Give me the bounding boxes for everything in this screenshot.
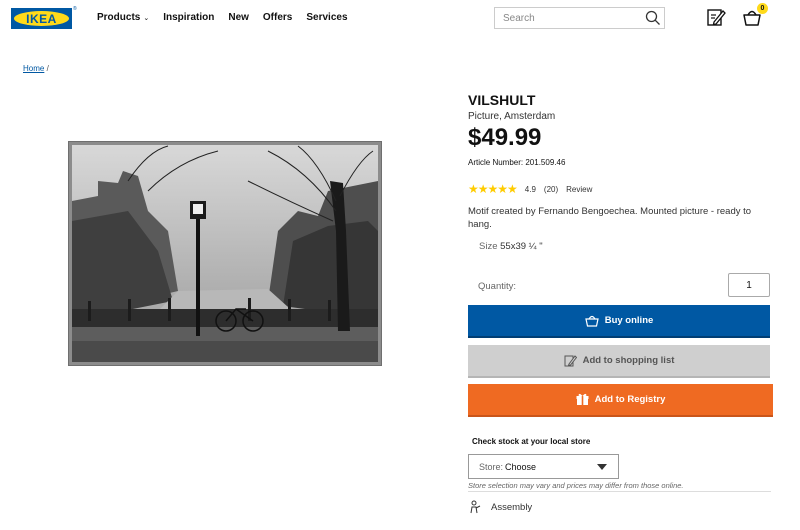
size-label: Size [479, 241, 498, 252]
site-header: IKEA ® Products ⌄ Inspiration New Offers… [0, 0, 800, 38]
nav-services-label: Services [306, 12, 348, 23]
quantity-label: Quantity: [478, 281, 517, 292]
nav-products[interactable]: Products ⌄ [97, 12, 149, 23]
star-rating-icon: ★★★★★ [468, 182, 518, 196]
nav-inspiration[interactable]: Inspiration [163, 12, 214, 23]
search-box [494, 7, 665, 29]
assembly-icon [470, 500, 481, 514]
search-input[interactable] [495, 8, 640, 29]
review-link[interactable]: Review [566, 185, 592, 194]
ikea-logo[interactable]: IKEA [11, 8, 72, 29]
product-description: Motif created by Fernando Bengoechea. Mo… [468, 206, 752, 230]
basket-icon [584, 315, 599, 327]
store-select-value: Choose [505, 461, 537, 472]
add-to-shopping-list-button[interactable]: Add to shopping list [468, 345, 770, 378]
buy-online-label: Buy online [604, 315, 654, 326]
breadcrumb: Home / [23, 64, 49, 73]
assembly-section[interactable]: Assembly [468, 500, 532, 514]
product-type: Picture, Amsterdam [468, 111, 556, 122]
store-disclaimer: Store selection may vary and prices may … [468, 481, 684, 490]
breadcrumb-separator: / [46, 64, 49, 73]
nav-offers-label: Offers [262, 12, 293, 23]
size-value: 55x39 ¼ " [500, 241, 543, 252]
registered-mark: ® [73, 6, 77, 12]
caret-down-icon [597, 464, 607, 470]
product-price: $49.99 [468, 124, 542, 151]
nav-services[interactable]: Services [306, 12, 347, 23]
breadcrumb-home-link[interactable]: Home [23, 64, 44, 73]
nav-new[interactable]: New [228, 12, 249, 23]
add-to-registry-label: Add to Registry [594, 394, 666, 405]
gift-icon [576, 393, 589, 405]
stock-check-title: Check stock at your local store [472, 437, 591, 446]
add-to-registry-button[interactable]: Add to Registry [468, 384, 773, 417]
main-nav: Products ⌄ Inspiration New Offers Servic… [97, 12, 362, 23]
divider [468, 491, 771, 492]
store-select[interactable]: Store: Choose [468, 454, 619, 479]
product-image [68, 141, 382, 366]
basket-count-badge: 0 [757, 3, 768, 14]
nav-new-label: New [228, 12, 249, 23]
assembly-label: Assembly [491, 501, 533, 513]
shopping-list-icon[interactable] [706, 7, 726, 27]
rating-count: (20) [543, 184, 559, 194]
shopping-list-icon [564, 355, 577, 367]
chevron-down-icon: ⌄ [143, 14, 150, 22]
nav-offers[interactable]: Offers [263, 12, 292, 23]
product-size: Size 55x39 ¼ " [479, 241, 543, 252]
quantity-input[interactable] [728, 273, 770, 297]
nav-inspiration-label: Inspiration [163, 12, 215, 23]
add-to-list-label: Add to shopping list [582, 355, 675, 366]
buy-online-button[interactable]: Buy online [468, 305, 770, 338]
logo-text: IKEA [14, 11, 69, 26]
store-select-label: Store: [479, 461, 504, 472]
rating[interactable]: ★★★★★ 4.9 (20) Review [468, 182, 600, 196]
nav-products-label: Products [97, 12, 141, 23]
article-number: Article Number: 201.509.46 [468, 158, 566, 167]
search-icon[interactable] [645, 10, 661, 26]
product-name: VILSHULT [468, 92, 536, 108]
rating-score: 4.9 [524, 184, 536, 194]
